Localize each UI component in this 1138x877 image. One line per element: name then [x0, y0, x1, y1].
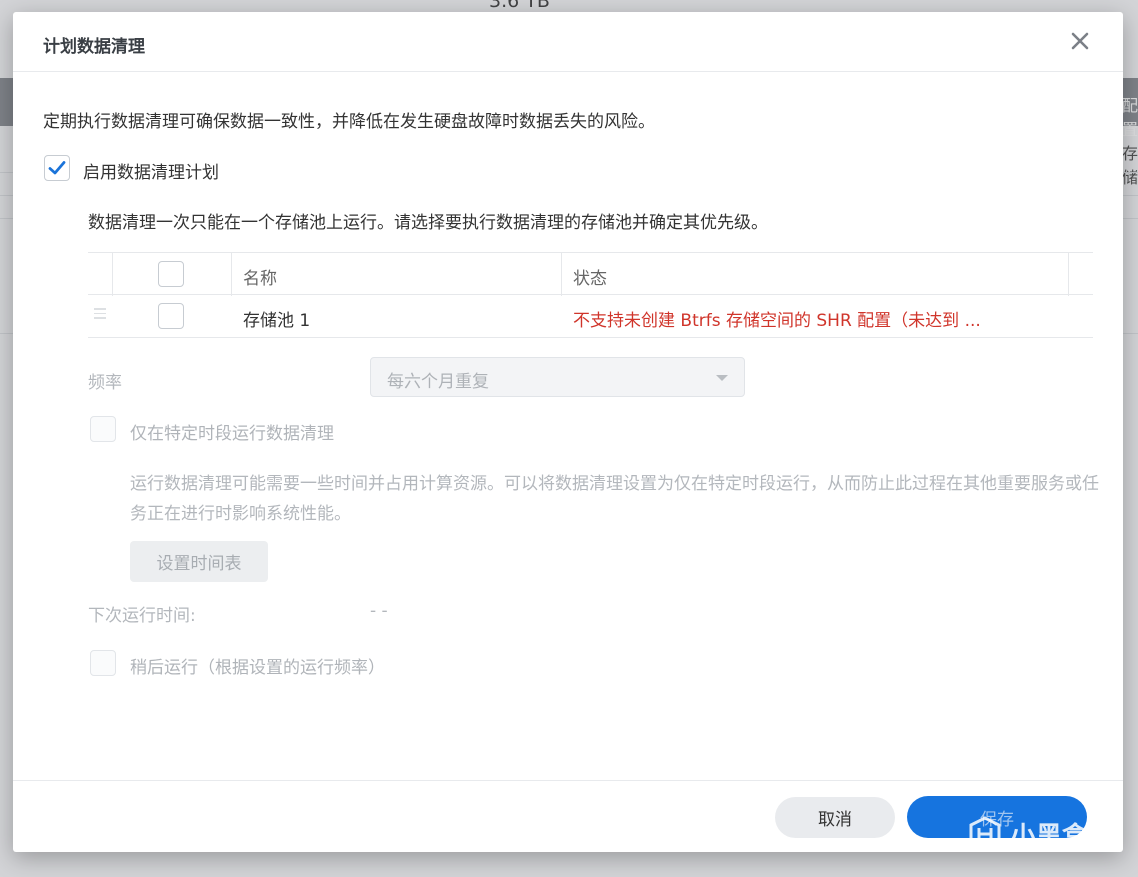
- table-header-row: 名称 状态: [88, 252, 1093, 296]
- chevron-down-icon: [716, 375, 728, 381]
- cancel-button[interactable]: 取消: [775, 797, 895, 838]
- dialog-description: 定期执行数据清理可确保数据一致性，并降低在发生硬盘故障时数据丢失的风险。: [43, 112, 655, 132]
- dialog-header: 计划数据清理: [13, 12, 1123, 72]
- set-schedule-button[interactable]: 设置时间表: [130, 541, 268, 582]
- pool-name: 存储池 1: [243, 311, 311, 331]
- close-button[interactable]: [1069, 30, 1091, 52]
- column-divider: [1068, 253, 1069, 296]
- column-divider: [112, 253, 113, 296]
- watermark: 小黑盒: [966, 815, 1088, 853]
- watermark-logo-icon: [969, 816, 1001, 852]
- next-run-value: - -: [370, 601, 388, 621]
- checkmark-icon: [48, 161, 66, 175]
- run-later-label[interactable]: 稍后运行（根据设置的运行频率）: [130, 653, 385, 678]
- frequency-selected-value: 每六个月重复: [387, 372, 489, 392]
- specific-time-checkbox[interactable]: [90, 416, 116, 442]
- next-run-label: 下次运行时间:: [88, 606, 196, 626]
- specific-time-label[interactable]: 仅在特定时段运行数据清理: [130, 419, 334, 444]
- pool-selection-hint: 数据清理一次只能在一个存储池上运行。请选择要执行数据清理的存储池并确定其优先级。: [88, 213, 768, 233]
- dialog-footer: 取消 保存: [13, 780, 1123, 852]
- frequency-label: 频率: [88, 373, 122, 393]
- enable-scrubbing-checkbox[interactable]: [44, 155, 70, 181]
- table-row[interactable]: 存储池 1 不支持未创建 Btrfs 存储空间的 SHR 配置（未达到 ...: [88, 295, 1093, 338]
- pool-status: 不支持未创建 Btrfs 存储空间的 SHR 配置（未达到 ...: [573, 311, 981, 331]
- drag-handle-icon[interactable]: [94, 308, 106, 324]
- schedule-scrubbing-dialog: 计划数据清理 定期执行数据清理可确保数据一致性，并降低在发生硬盘故障时数据丢失的…: [13, 12, 1123, 852]
- row-checkbox[interactable]: [158, 303, 184, 329]
- specific-time-description: 运行数据清理可能需要一些时间并占用计算资源。可以将数据清理设置为仅在特定时段运行…: [130, 474, 1099, 524]
- column-divider: [561, 253, 562, 296]
- frequency-select[interactable]: 每六个月重复: [370, 357, 745, 397]
- column-divider: [231, 253, 232, 296]
- close-icon: [1071, 32, 1089, 50]
- column-header-name[interactable]: 名称: [243, 264, 277, 289]
- column-header-status[interactable]: 状态: [573, 264, 607, 289]
- watermark-text: 小黑盒: [1010, 821, 1089, 852]
- dialog-title: 计划数据清理: [43, 37, 145, 57]
- select-all-checkbox[interactable]: [158, 261, 184, 287]
- run-later-checkbox[interactable]: [90, 650, 116, 676]
- enable-scrubbing-label[interactable]: 启用数据清理计划: [83, 158, 219, 183]
